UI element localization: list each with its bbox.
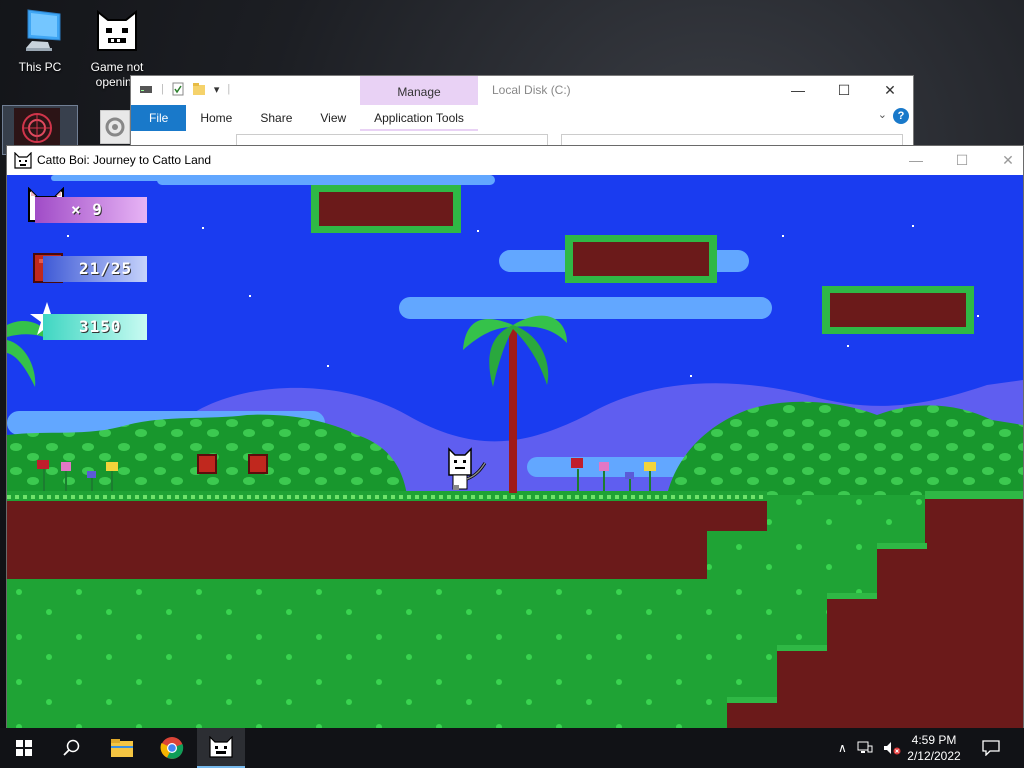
catto-app-icon bbox=[14, 152, 32, 169]
game-canvas[interactable]: × 9 21/25 3150 bbox=[7, 175, 1023, 745]
network-icon[interactable] bbox=[857, 741, 873, 755]
taskbar-catto-game[interactable] bbox=[197, 728, 245, 768]
explorer-window-controls: — ☐ ✕ bbox=[775, 76, 913, 104]
catto-game-icon bbox=[209, 736, 233, 758]
desktop-icon-this-pc[interactable]: This PC bbox=[0, 8, 80, 75]
qat-separator-2: | bbox=[227, 83, 231, 95]
taskbar-chrome[interactable] bbox=[148, 728, 196, 768]
taskbar-file-explorer[interactable] bbox=[98, 728, 146, 768]
notification-center-button[interactable] bbox=[968, 728, 1014, 768]
qat-separator: | bbox=[161, 83, 164, 95]
game-minimize-button[interactable]: — bbox=[893, 146, 939, 175]
game-close-button[interactable]: ✕ bbox=[985, 146, 1024, 175]
block-counter: 21/25 bbox=[43, 256, 147, 282]
system-clock[interactable]: 4:59 PM 2/12/2022 bbox=[894, 732, 974, 764]
taskbar: ∧ 4:59 PM 2/12/2022 bbox=[0, 728, 1024, 768]
tab-share[interactable]: Share bbox=[246, 105, 306, 131]
tab-file[interactable]: File bbox=[131, 105, 187, 131]
tab-home[interactable]: Home bbox=[186, 105, 246, 131]
this-pc-label: This PC bbox=[18, 60, 62, 74]
red-spiral-icon bbox=[14, 108, 60, 148]
game-window-title: Catto Boi: Journey to Catto Land bbox=[37, 153, 212, 167]
help-button[interactable]: ? bbox=[893, 108, 909, 124]
tab-application-tools[interactable]: Application Tools bbox=[360, 105, 478, 131]
ribbon-collapse-icon[interactable]: ⌄ bbox=[878, 108, 887, 121]
start-icon bbox=[16, 740, 32, 756]
start-button[interactable] bbox=[0, 728, 48, 768]
explorer-maximize-button[interactable]: ☐ bbox=[821, 76, 867, 104]
properties-icon[interactable] bbox=[172, 82, 184, 96]
lives-counter: × 9 bbox=[35, 197, 147, 223]
qat-dropdown-icon[interactable]: ▾ bbox=[214, 83, 220, 96]
chrome-icon bbox=[160, 737, 184, 759]
score-counter: 3150 bbox=[43, 314, 147, 340]
notification-icon bbox=[982, 740, 1000, 756]
ribbon-tabs: File Home Share View bbox=[131, 105, 360, 131]
this-pc-icon bbox=[26, 9, 61, 51]
tray-chevron-up-icon[interactable]: ∧ bbox=[838, 741, 847, 755]
drive-icon bbox=[140, 86, 152, 93]
quick-access-toolbar: | ▾ | bbox=[139, 82, 230, 96]
search-button[interactable] bbox=[48, 728, 96, 768]
game-titlebar[interactable]: Catto Boi: Journey to Catto Land — ☐ ✕ bbox=[7, 146, 1023, 175]
search-icon bbox=[63, 739, 80, 756]
main-dirt-notch bbox=[707, 531, 767, 583]
explorer-title: Local Disk (C:) bbox=[492, 83, 571, 97]
main-grass-top bbox=[7, 491, 767, 501]
game-maximize-button[interactable]: ☐ bbox=[939, 146, 985, 175]
main-grass-bottom bbox=[7, 579, 713, 585]
system-tray: ∧ bbox=[838, 728, 901, 768]
explorer-close-button[interactable]: ✕ bbox=[867, 76, 913, 104]
tab-manage[interactable]: Manage bbox=[360, 76, 478, 105]
file-explorer-window[interactable]: | ▾ | Manage Application Tools Local Dis… bbox=[130, 75, 914, 150]
game-window[interactable]: Catto Boi: Journey to Catto Land — ☐ ✕ ×… bbox=[6, 145, 1024, 745]
file-explorer-icon bbox=[111, 739, 133, 757]
tab-view[interactable]: View bbox=[306, 105, 360, 131]
desktop-icon-settings[interactable] bbox=[99, 109, 131, 149]
catto-face-icon bbox=[97, 9, 137, 51]
game-scene bbox=[7, 175, 1023, 745]
clock-date: 2/12/2022 bbox=[907, 749, 961, 763]
gear-icon bbox=[99, 109, 131, 145]
clock-time: 4:59 PM bbox=[911, 733, 957, 747]
new-folder-icon[interactable] bbox=[192, 82, 206, 96]
main-dirt-ledge bbox=[7, 491, 767, 583]
explorer-minimize-button[interactable]: — bbox=[775, 76, 821, 104]
